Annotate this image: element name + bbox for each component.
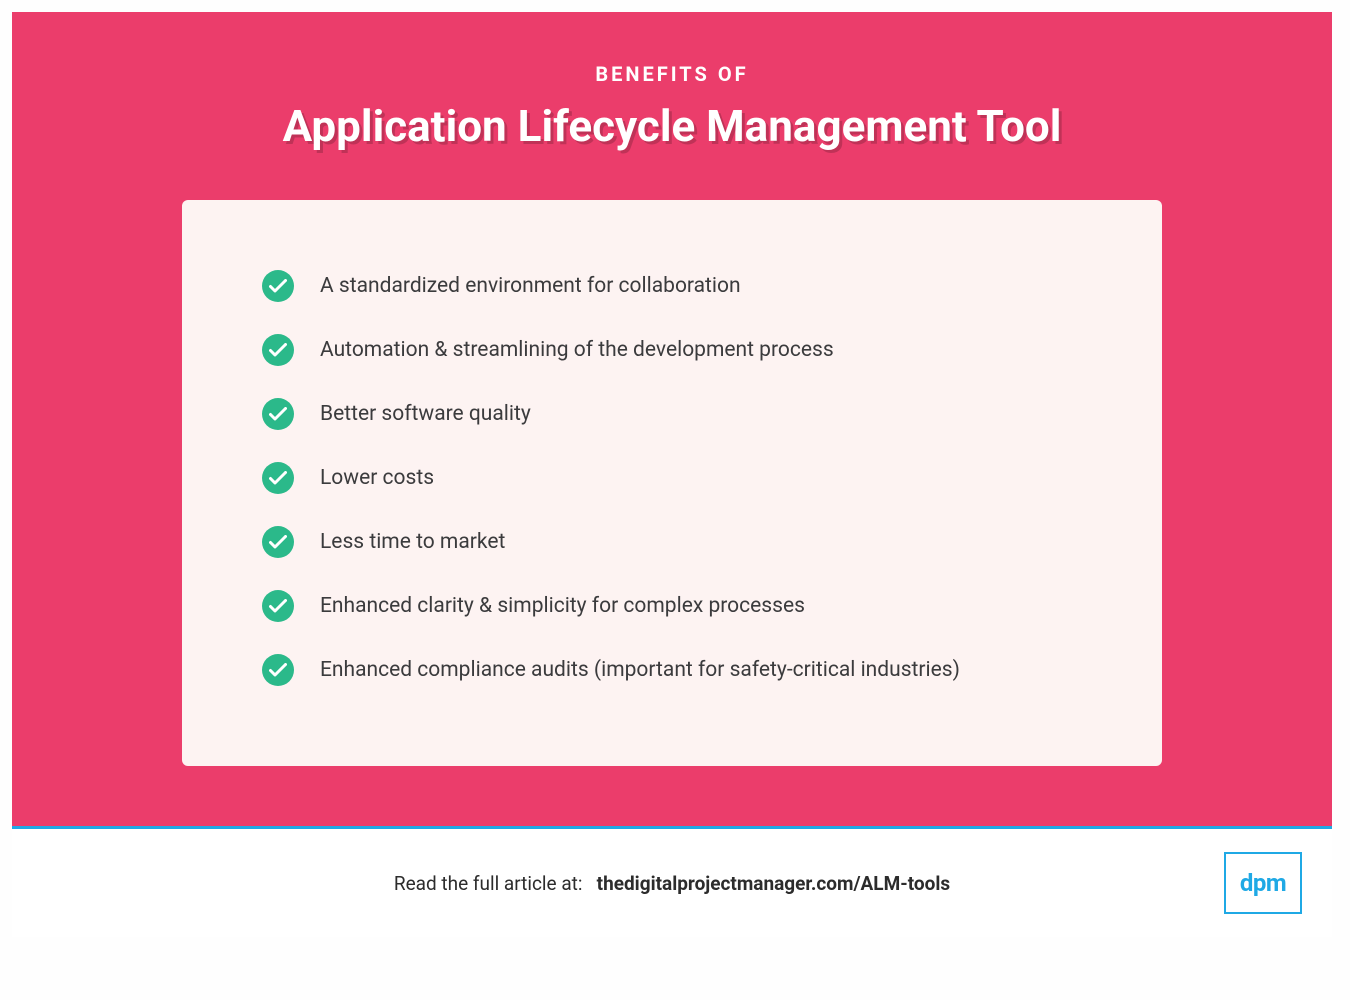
infographic-frame: BENEFITS OF Application Lifecycle Manage… bbox=[12, 12, 1332, 937]
hero-section: BENEFITS OF Application Lifecycle Manage… bbox=[12, 12, 1332, 826]
checkmark-icon bbox=[262, 590, 294, 622]
footer-section: Read the full article at: thedigitalproj… bbox=[12, 829, 1332, 937]
checkmark-icon bbox=[262, 526, 294, 558]
benefits-card: A standardized environment for collabora… bbox=[182, 200, 1162, 766]
benefits-list: A standardized environment for collabora… bbox=[262, 270, 1082, 686]
list-item: Lower costs bbox=[262, 462, 1082, 494]
page-title: Application Lifecycle Management Tool bbox=[283, 100, 1062, 152]
checkmark-icon bbox=[262, 334, 294, 366]
list-item: Better software quality bbox=[262, 398, 1082, 430]
benefit-text: Automation & streamlining of the develop… bbox=[320, 338, 834, 362]
checkmark-icon bbox=[262, 270, 294, 302]
footer-cta: Read the full article at: thedigitalproj… bbox=[394, 872, 950, 895]
benefit-text: Enhanced clarity & simplicity for comple… bbox=[320, 594, 805, 618]
footer-lead: Read the full article at: bbox=[394, 872, 583, 895]
list-item: Enhanced compliance audits (important fo… bbox=[262, 654, 1082, 686]
list-item: Automation & streamlining of the develop… bbox=[262, 334, 1082, 366]
list-item: Enhanced clarity & simplicity for comple… bbox=[262, 590, 1082, 622]
benefit-text: A standardized environment for collabora… bbox=[320, 274, 741, 298]
benefit-text: Enhanced compliance audits (important fo… bbox=[320, 658, 960, 682]
checkmark-icon bbox=[262, 398, 294, 430]
eyebrow-text: BENEFITS OF bbox=[595, 62, 748, 86]
checkmark-icon bbox=[262, 654, 294, 686]
benefit-text: Lower costs bbox=[320, 466, 434, 490]
benefit-text: Less time to market bbox=[320, 530, 505, 554]
benefit-text: Better software quality bbox=[320, 402, 531, 426]
list-item: A standardized environment for collabora… bbox=[262, 270, 1082, 302]
brand-logo-text: dpm bbox=[1240, 869, 1286, 897]
footer-link: thedigitalprojectmanager.com/ALM-tools bbox=[597, 872, 950, 895]
list-item: Less time to market bbox=[262, 526, 1082, 558]
brand-logo: dpm bbox=[1224, 852, 1302, 914]
checkmark-icon bbox=[262, 462, 294, 494]
